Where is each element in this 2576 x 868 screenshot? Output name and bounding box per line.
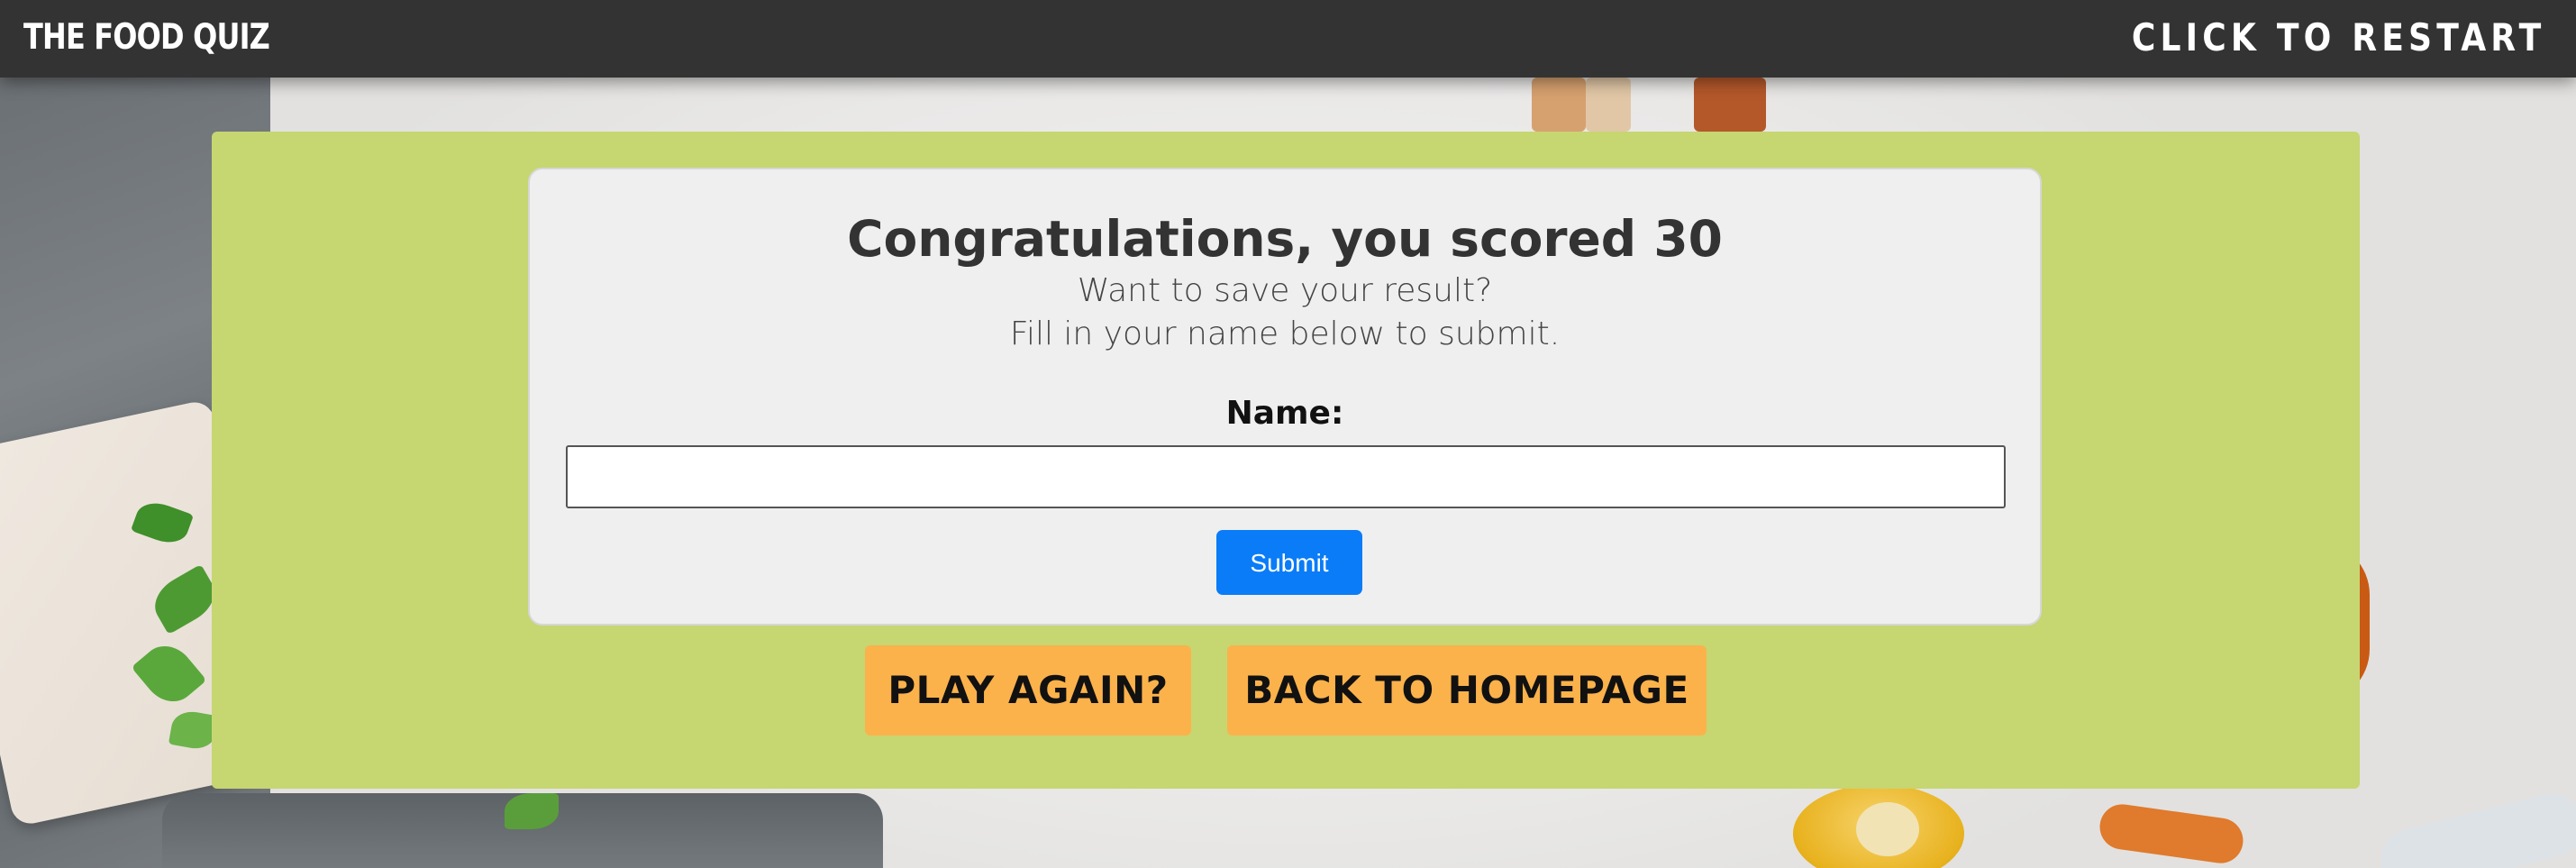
save-instructions: Fill in your name below to submit. — [1009, 315, 1561, 352]
play-again-button[interactable]: PLAY AGAIN? — [865, 645, 1191, 736]
background-lemon — [1856, 802, 1919, 856]
background-spoon — [2373, 787, 2576, 868]
background-food-bit — [1586, 78, 1631, 132]
top-navbar: THE FOOD QUIZ CLICK TO RESTART — [0, 0, 2576, 78]
quiz-result-panel: Congratulations, you scored 30 Want to s… — [212, 132, 2360, 789]
name-input[interactable] — [566, 445, 2006, 508]
background-food-bit — [1694, 78, 1766, 132]
restart-button[interactable]: CLICK TO RESTART — [2131, 11, 2545, 65]
submit-button[interactable]: Submit — [1216, 530, 1362, 595]
name-label: Name: — [1225, 395, 1344, 432]
background-herb — [505, 793, 559, 829]
site-logo[interactable]: THE FOOD QUIZ — [23, 11, 270, 65]
score-heading: Congratulations, you scored 30 — [847, 210, 1723, 268]
save-score-card: Congratulations, you scored 30 Want to s… — [528, 168, 2042, 626]
save-prompt: Want to save your result? — [1077, 272, 1493, 309]
back-to-homepage-button[interactable]: BACK TO HOMEPAGE — [1227, 645, 1707, 736]
background-carrot — [2097, 801, 2246, 866]
background-food-bit — [1532, 78, 1586, 132]
